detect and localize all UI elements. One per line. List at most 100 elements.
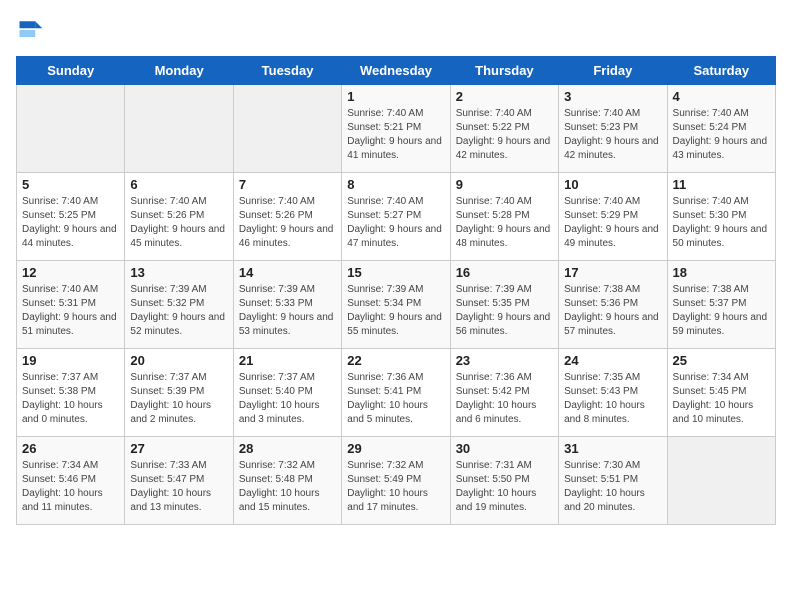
day-info: Sunrise: 7:40 AM Sunset: 5:27 PM Dayligh… xyxy=(347,195,444,251)
day-number: 12 xyxy=(22,265,119,280)
day-number: 18 xyxy=(673,265,770,280)
day-cell: 28 Sunrise: 7:32 AM Sunset: 5:48 PM Dayli… xyxy=(233,437,341,525)
day-cell: 24 Sunrise: 7:35 AM Sunset: 5:43 PM Dayli… xyxy=(559,349,667,437)
day-number: 20 xyxy=(130,353,227,368)
day-info: Sunrise: 7:40 AM Sunset: 5:21 PM Dayligh… xyxy=(347,107,444,163)
day-header-sunday: Sunday xyxy=(17,57,125,85)
day-cell: 27Sunrise: 7:33 AM Sunset: 5:47 PM Dayli… xyxy=(125,437,233,525)
day-info: Sunrise: 7:30 AM Sunset: 5:51 PM Dayligh… xyxy=(564,459,661,515)
day-number: 5 xyxy=(22,177,119,192)
day-header-thursday: Thursday xyxy=(450,57,558,85)
day-number: 25 xyxy=(673,353,770,368)
day-info: Sunrise: 7:40 AM Sunset: 5:23 PM Dayligh… xyxy=(564,107,661,163)
day-cell: 10 Sunrise: 7:40 AM Sunset: 5:29 PM Dayli… xyxy=(559,173,667,261)
day-info: Sunrise: 7:32 AM Sunset: 5:49 PM Dayligh… xyxy=(347,459,444,515)
day-header-friday: Friday xyxy=(559,57,667,85)
day-number: 8 xyxy=(347,177,444,192)
week-row-4: 19Sunrise: 7:37 AM Sunset: 5:38 PM Dayli… xyxy=(17,349,776,437)
day-number: 17 xyxy=(564,265,661,280)
day-info: Sunrise: 7:40 AM Sunset: 5:25 PM Dayligh… xyxy=(22,195,119,251)
day-cell: 19Sunrise: 7:37 AM Sunset: 5:38 PM Dayli… xyxy=(17,349,125,437)
day-info: Sunrise: 7:39 AM Sunset: 5:34 PM Dayligh… xyxy=(347,283,444,339)
day-info: Sunrise: 7:37 AM Sunset: 5:40 PM Dayligh… xyxy=(239,371,336,427)
day-number: 22 xyxy=(347,353,444,368)
day-cell: 2 Sunrise: 7:40 AM Sunset: 5:22 PM Daylig… xyxy=(450,85,558,173)
day-info: Sunrise: 7:40 AM Sunset: 5:31 PM Dayligh… xyxy=(22,283,119,339)
day-cell xyxy=(667,437,775,525)
day-cell: 17 Sunrise: 7:38 AM Sunset: 5:36 PM Dayli… xyxy=(559,261,667,349)
day-info: Sunrise: 7:39 AM Sunset: 5:33 PM Dayligh… xyxy=(239,283,336,339)
day-number: 6 xyxy=(130,177,227,192)
day-cell: 15 Sunrise: 7:39 AM Sunset: 5:34 PM Dayli… xyxy=(342,261,450,349)
day-number: 11 xyxy=(673,177,770,192)
day-cell: 21 Sunrise: 7:37 AM Sunset: 5:40 PM Dayli… xyxy=(233,349,341,437)
day-info: Sunrise: 7:33 AM Sunset: 5:47 PM Dayligh… xyxy=(130,459,227,515)
day-cell xyxy=(233,85,341,173)
day-number: 16 xyxy=(456,265,553,280)
day-cell: 9Sunrise: 7:40 AM Sunset: 5:28 PM Daylig… xyxy=(450,173,558,261)
day-info: Sunrise: 7:35 AM Sunset: 5:43 PM Dayligh… xyxy=(564,371,661,427)
day-info: Sunrise: 7:40 AM Sunset: 5:29 PM Dayligh… xyxy=(564,195,661,251)
day-number: 7 xyxy=(239,177,336,192)
day-header-wednesday: Wednesday xyxy=(342,57,450,85)
day-info: Sunrise: 7:40 AM Sunset: 5:24 PM Dayligh… xyxy=(673,107,770,163)
week-row-5: 26Sunrise: 7:34 AM Sunset: 5:46 PM Dayli… xyxy=(17,437,776,525)
day-number: 29 xyxy=(347,441,444,456)
day-cell: 22 Sunrise: 7:36 AM Sunset: 5:41 PM Dayli… xyxy=(342,349,450,437)
week-row-1: 1Sunrise: 7:40 AM Sunset: 5:21 PM Daylig… xyxy=(17,85,776,173)
week-row-3: 12 Sunrise: 7:40 AM Sunset: 5:31 PM Dayli… xyxy=(17,261,776,349)
day-number: 26 xyxy=(22,441,119,456)
day-info: Sunrise: 7:40 AM Sunset: 5:26 PM Dayligh… xyxy=(239,195,336,251)
day-cell: 13 Sunrise: 7:39 AM Sunset: 5:32 PM Dayli… xyxy=(125,261,233,349)
day-cell xyxy=(125,85,233,173)
day-cell: 6Sunrise: 7:40 AM Sunset: 5:26 PM Daylig… xyxy=(125,173,233,261)
day-number: 10 xyxy=(564,177,661,192)
day-number: 28 xyxy=(239,441,336,456)
day-info: Sunrise: 7:31 AM Sunset: 5:50 PM Dayligh… xyxy=(456,459,553,515)
day-cell: 4 Sunrise: 7:40 AM Sunset: 5:24 PM Daylig… xyxy=(667,85,775,173)
day-number: 31 xyxy=(564,441,661,456)
day-info: Sunrise: 7:38 AM Sunset: 5:37 PM Dayligh… xyxy=(673,283,770,339)
day-header-tuesday: Tuesday xyxy=(233,57,341,85)
day-info: Sunrise: 7:32 AM Sunset: 5:48 PM Dayligh… xyxy=(239,459,336,515)
week-row-2: 5 Sunrise: 7:40 AM Sunset: 5:25 PM Daylig… xyxy=(17,173,776,261)
logo xyxy=(16,16,48,44)
day-number: 14 xyxy=(239,265,336,280)
day-cell: 5 Sunrise: 7:40 AM Sunset: 5:25 PM Daylig… xyxy=(17,173,125,261)
day-info: Sunrise: 7:39 AM Sunset: 5:35 PM Dayligh… xyxy=(456,283,553,339)
day-info: Sunrise: 7:40 AM Sunset: 5:22 PM Dayligh… xyxy=(456,107,553,163)
day-cell: 12 Sunrise: 7:40 AM Sunset: 5:31 PM Dayli… xyxy=(17,261,125,349)
day-number: 2 xyxy=(456,89,553,104)
day-info: Sunrise: 7:36 AM Sunset: 5:41 PM Dayligh… xyxy=(347,371,444,427)
day-number: 21 xyxy=(239,353,336,368)
day-cell: 18 Sunrise: 7:38 AM Sunset: 5:37 PM Dayli… xyxy=(667,261,775,349)
day-number: 15 xyxy=(347,265,444,280)
day-info: Sunrise: 7:40 AM Sunset: 5:28 PM Dayligh… xyxy=(456,195,553,251)
day-number: 4 xyxy=(673,89,770,104)
day-header-saturday: Saturday xyxy=(667,57,775,85)
day-info: Sunrise: 7:39 AM Sunset: 5:32 PM Dayligh… xyxy=(130,283,227,339)
day-number: 13 xyxy=(130,265,227,280)
day-info: Sunrise: 7:34 AM Sunset: 5:45 PM Dayligh… xyxy=(673,371,770,427)
day-cell: 20 Sunrise: 7:37 AM Sunset: 5:39 PM Dayli… xyxy=(125,349,233,437)
day-cell: 1Sunrise: 7:40 AM Sunset: 5:21 PM Daylig… xyxy=(342,85,450,173)
day-info: Sunrise: 7:37 AM Sunset: 5:39 PM Dayligh… xyxy=(130,371,227,427)
day-cell: 14 Sunrise: 7:39 AM Sunset: 5:33 PM Dayli… xyxy=(233,261,341,349)
day-number: 30 xyxy=(456,441,553,456)
day-info: Sunrise: 7:40 AM Sunset: 5:30 PM Dayligh… xyxy=(673,195,770,251)
calendar-table: SundayMondayTuesdayWednesdayThursdayFrid… xyxy=(16,56,776,525)
day-cell: 7 Sunrise: 7:40 AM Sunset: 5:26 PM Daylig… xyxy=(233,173,341,261)
day-header-monday: Monday xyxy=(125,57,233,85)
day-info: Sunrise: 7:38 AM Sunset: 5:36 PM Dayligh… xyxy=(564,283,661,339)
day-number: 24 xyxy=(564,353,661,368)
day-cell: 26Sunrise: 7:34 AM Sunset: 5:46 PM Dayli… xyxy=(17,437,125,525)
day-number: 23 xyxy=(456,353,553,368)
day-number: 3 xyxy=(564,89,661,104)
day-cell: 31 Sunrise: 7:30 AM Sunset: 5:51 PM Dayli… xyxy=(559,437,667,525)
calendar-header: SundayMondayTuesdayWednesdayThursdayFrid… xyxy=(17,57,776,85)
logo-icon xyxy=(16,16,44,44)
day-cell: 11 Sunrise: 7:40 AM Sunset: 5:30 PM Dayli… xyxy=(667,173,775,261)
page-header xyxy=(16,16,776,44)
day-cell: 8 Sunrise: 7:40 AM Sunset: 5:27 PM Daylig… xyxy=(342,173,450,261)
day-cell xyxy=(17,85,125,173)
